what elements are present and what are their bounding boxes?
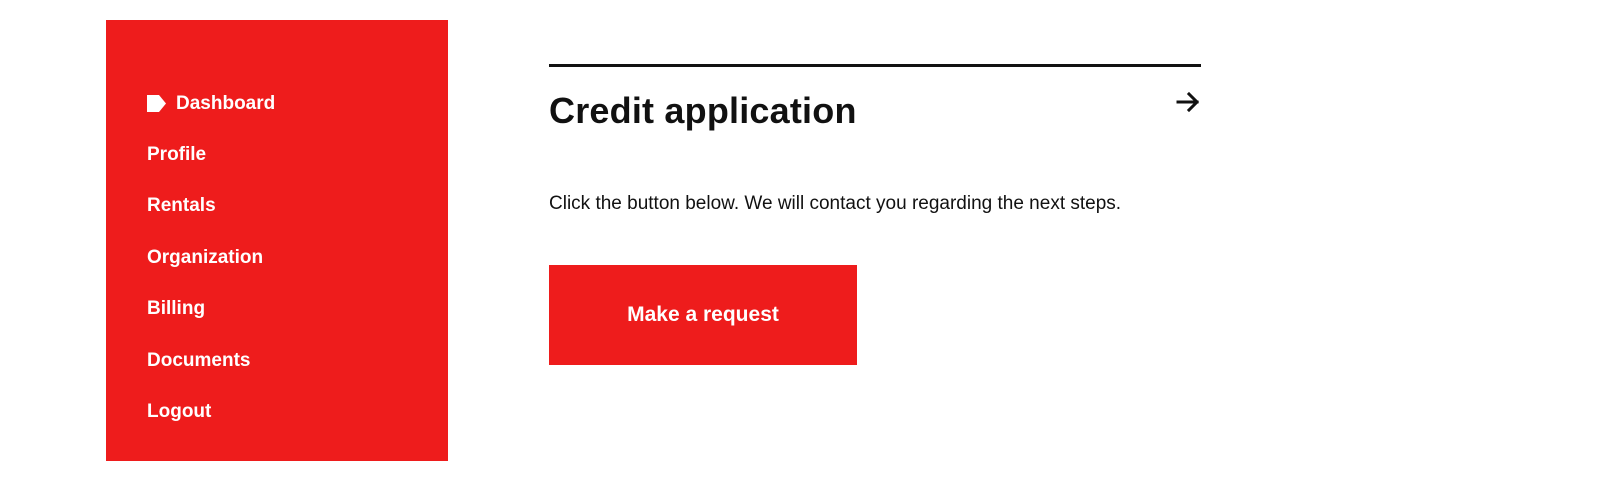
- sidebar: Dashboard Profile Rentals Organization B…: [106, 20, 448, 461]
- sidebar-item-label: Dashboard: [176, 92, 276, 114]
- description-text: Click the button below. We will contact …: [549, 193, 1122, 214]
- sidebar-item-billing[interactable]: Billing: [147, 284, 275, 335]
- make-request-button[interactable]: Make a request: [549, 265, 857, 365]
- sidebar-item-label: Profile: [147, 144, 207, 166]
- sidebar-item-label: Billing: [147, 298, 206, 320]
- sidebar-item-dashboard[interactable]: Dashboard: [147, 78, 275, 129]
- sidebar-nav: Dashboard Profile Rentals Organization B…: [147, 78, 275, 438]
- sidebar-item-label: Logout: [147, 401, 212, 423]
- sidebar-item-logout[interactable]: Logout: [147, 386, 275, 437]
- sidebar-item-profile[interactable]: Profile: [147, 129, 275, 180]
- sidebar-item-label: Documents: [147, 349, 251, 371]
- tag-icon: [147, 95, 166, 113]
- section-divider: [549, 64, 1201, 67]
- sidebar-item-label: Rentals: [147, 195, 216, 217]
- sidebar-item-organization[interactable]: Organization: [147, 232, 275, 283]
- section-header: Credit application: [549, 89, 1201, 149]
- main-content: Credit application Click the button belo…: [549, 64, 1201, 365]
- sidebar-item-documents[interactable]: Documents: [147, 335, 275, 386]
- sidebar-item-label: Organization: [147, 246, 264, 268]
- arrow-right-icon[interactable]: [1175, 89, 1201, 115]
- page-title: Credit application: [549, 90, 857, 131]
- sidebar-item-rentals[interactable]: Rentals: [147, 181, 275, 232]
